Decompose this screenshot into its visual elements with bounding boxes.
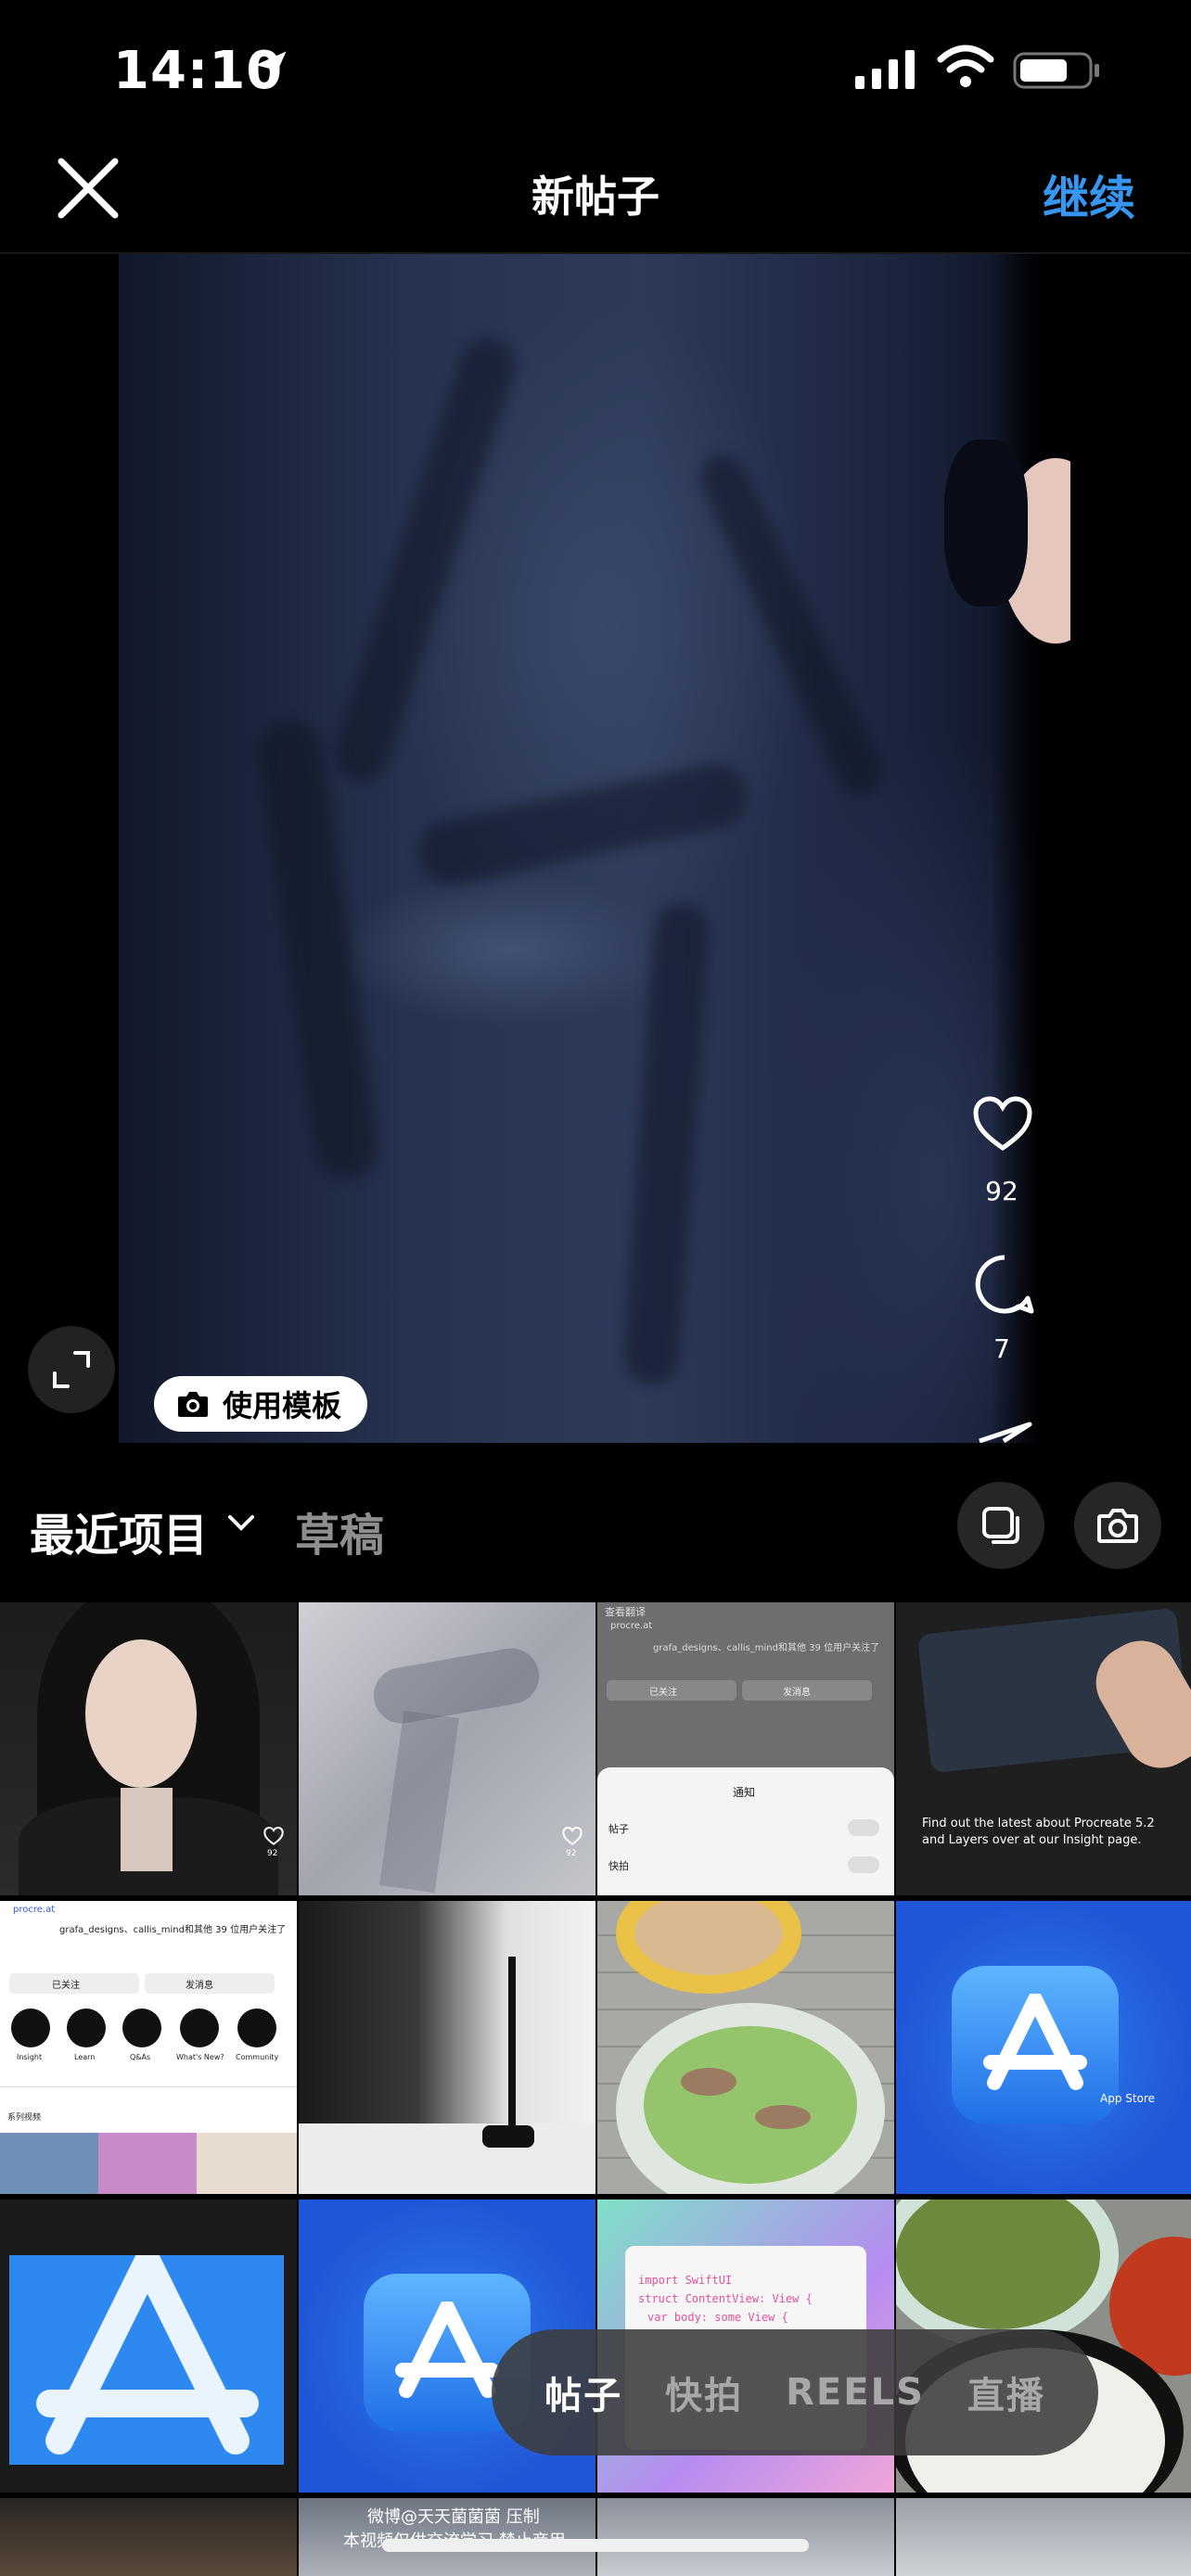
- home-indicator: [382, 2539, 809, 2552]
- thumbnail-text: 快拍: [608, 1860, 629, 1872]
- location-arrow-icon: [255, 51, 287, 83]
- thumbnail-text: 已关注: [649, 1688, 677, 1698]
- camera-icon: [1097, 1509, 1138, 1543]
- media-thumbnail[interactable]: procre.at grafa_designs、callis_mind和其他 3…: [0, 1901, 297, 2194]
- page-title: 新帖子: [531, 172, 660, 222]
- thumbnail-text: 微博@天天菌菌菌 压制: [367, 2507, 540, 2527]
- multi-select-icon: [982, 1507, 1019, 1544]
- thumbnail-text: 帖子: [608, 1823, 629, 1835]
- thumbnail-text: import SwiftUI: [638, 2274, 733, 2287]
- thumbnail-like-count: 92: [267, 1849, 278, 1858]
- mode-post[interactable]: 帖子: [544, 2366, 622, 2419]
- thumbnail-text: Find out the latest about Procreate 5.2 …: [922, 1817, 1155, 1847]
- media-thumbnail[interactable]: 92: [299, 1602, 596, 1895]
- camera-icon: [178, 1392, 208, 1417]
- mode-reels[interactable]: REELS: [786, 2371, 925, 2414]
- media-thumbnail[interactable]: Find out the latest about Procreate 5.2 …: [896, 1602, 1191, 1895]
- mode-story[interactable]: 快拍: [665, 2366, 743, 2419]
- comment-count: 7: [993, 1333, 1010, 1364]
- mode-live[interactable]: 直播: [967, 2366, 1045, 2419]
- album-selector[interactable]: 最近项目: [30, 1498, 208, 1563]
- thumbnail-text: procre.at: [610, 1621, 653, 1631]
- thumbnail-text: App Store: [1100, 2092, 1155, 2105]
- media-thumbnail[interactable]: 微博@天天菌菌菌 压制 本视频仅供交流学习 禁止商用: [299, 2498, 596, 2576]
- camera-button[interactable]: [1074, 1482, 1161, 1569]
- share-icon[interactable]: [976, 1421, 1033, 1443]
- app-store-icon: [395, 2302, 499, 2398]
- media-thumbnail[interactable]: App Store: [896, 1901, 1191, 2194]
- thumbnail-text: var body: some View {: [647, 2311, 788, 2324]
- expand-button[interactable]: [28, 1326, 115, 1413]
- cellular-signal-icon: [855, 50, 915, 89]
- thumbnail-text: 系列视频: [7, 2113, 42, 2123]
- heart-icon: [562, 1827, 583, 1845]
- thumbnail-text: procre.at: [13, 1905, 56, 1915]
- media-thumbnail[interactable]: [0, 2200, 297, 2493]
- thumbnail-text: Q&As: [130, 2053, 151, 2061]
- thumbnail-text: 已关注: [52, 1981, 80, 1991]
- drafts-tab[interactable]: 草稿: [295, 1498, 384, 1563]
- multi-select-button[interactable]: [957, 1482, 1044, 1569]
- thumbnail-text: 查看翻译: [605, 1606, 646, 1618]
- expand-icon: [53, 1351, 90, 1388]
- chevron-down-icon[interactable]: [224, 1511, 258, 1534]
- comment-icon[interactable]: [974, 1254, 1035, 1315]
- media-thumbnail[interactable]: [597, 2498, 894, 2576]
- use-template-label: 使用模板: [223, 1388, 342, 1423]
- thumbnail-text: grafa_designs、callis_mind和其他 39 位用户关注了: [59, 1925, 287, 1935]
- thumbnail-text: grafa_designs、callis_mind和其他 39 位用户关注了: [653, 1643, 880, 1653]
- app-store-icon: [36, 2255, 259, 2455]
- media-thumbnail[interactable]: [299, 1901, 596, 2194]
- thumbnail-text: Insight: [17, 2053, 43, 2061]
- continue-button[interactable]: 继续: [1043, 161, 1135, 228]
- thumbnail-text: struct ContentView: View {: [638, 2292, 813, 2305]
- thumbnail-text: What's New?: [176, 2053, 224, 2061]
- heart-icon[interactable]: [972, 1096, 1033, 1152]
- media-thumbnail[interactable]: 92: [0, 1602, 297, 1895]
- selected-media-preview[interactable]: [119, 254, 1070, 1443]
- thumbnail-like-count: 92: [566, 1849, 577, 1858]
- thumbnail-text: Learn: [74, 2053, 96, 2061]
- like-count: 92: [985, 1176, 1018, 1206]
- battery-icon: [1013, 52, 1099, 89]
- heart-icon: [263, 1827, 284, 1845]
- thumbnail-text: 发消息: [783, 1688, 811, 1698]
- media-thumbnail[interactable]: [597, 1901, 894, 2194]
- app-store-icon: [983, 1994, 1087, 2090]
- media-thumbnail[interactable]: [896, 2498, 1191, 2576]
- media-thumbnail[interactable]: [0, 2498, 297, 2576]
- use-template-button[interactable]: 使用模板: [154, 1376, 368, 1432]
- thumbnail-text: Community: [236, 2053, 279, 2061]
- wifi-icon: [937, 45, 994, 87]
- mode-switcher: 帖子 快拍 REELS 直播: [492, 2329, 1098, 2455]
- thumbnail-text: 发消息: [186, 1981, 213, 1991]
- thumbnail-text: 通知: [733, 1786, 756, 1799]
- media-thumbnail[interactable]: 查看翻译 procre.at grafa_designs、callis_mind…: [597, 1602, 894, 1895]
